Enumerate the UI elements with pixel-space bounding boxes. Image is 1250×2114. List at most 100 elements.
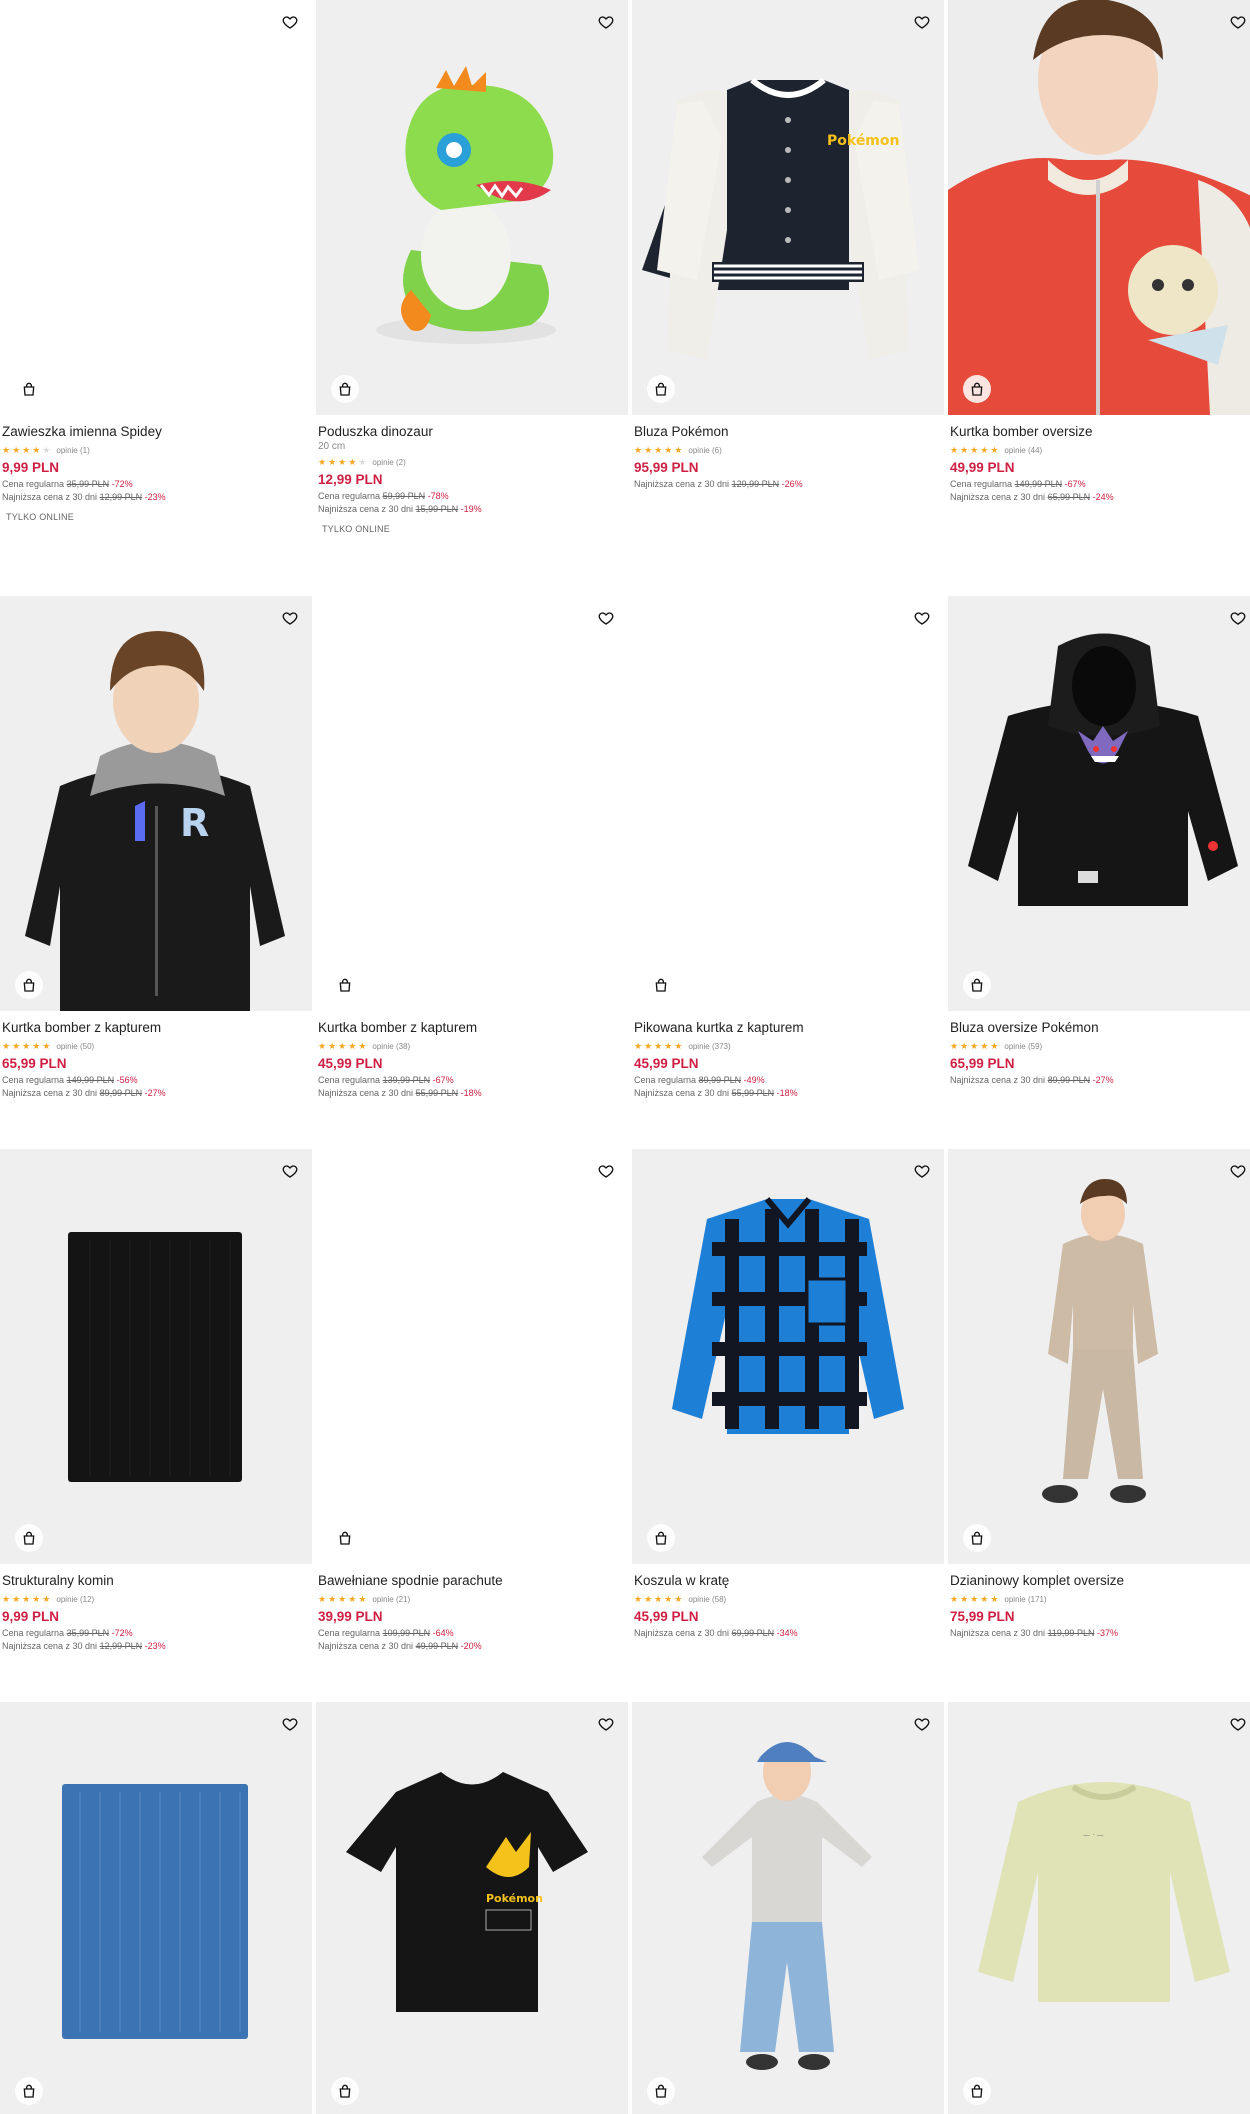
- product-name[interactable]: Bawełniane spodnie parachute: [318, 1572, 628, 1589]
- product-image[interactable]: [316, 1149, 628, 1564]
- star-icon: ★: [644, 1040, 653, 1051]
- product-card[interactable]: [632, 1702, 944, 2114]
- rating[interactable]: ★ ★ ★ ★ ★ opinie (21): [318, 1593, 628, 1605]
- shopping-bag-icon[interactable]: [647, 1524, 675, 1552]
- discount-percent: -67%: [432, 1075, 454, 1085]
- rating[interactable]: ★ ★ ★ ★ ★ opinie (59): [950, 1040, 1250, 1052]
- rating[interactable]: ★ ★ ★ ★ ★ opinie (373): [634, 1040, 944, 1052]
- shopping-bag-icon[interactable]: [331, 375, 359, 403]
- rating[interactable]: ★ ★ ★ ★ ★ opinie (50): [2, 1040, 312, 1052]
- product-name[interactable]: Strukturalny komin: [2, 1572, 312, 1589]
- product-name[interactable]: Zawieszka imienna Spidey: [2, 423, 312, 440]
- product-image[interactable]: [632, 1149, 944, 1564]
- product-card[interactable]: Poduszka dinozaur 20 cm ★ ★ ★ ★ ★ opinie (2) …: [316, 0, 628, 537]
- shopping-bag-icon[interactable]: [963, 375, 991, 403]
- heart-icon[interactable]: [1226, 10, 1250, 34]
- heart-icon[interactable]: [594, 1712, 618, 1736]
- heart-icon[interactable]: [594, 10, 618, 34]
- heart-icon[interactable]: [594, 606, 618, 630]
- product-card[interactable]: Dzianinowy komplet oversize ★ ★ ★ ★ ★ opinie…: [948, 1149, 1250, 1640]
- product-card[interactable]: Koszula w kratę ★ ★ ★ ★ ★ opinie (58) 45,99 …: [632, 1149, 944, 1640]
- product-image[interactable]: [948, 0, 1250, 415]
- shopping-bag-icon[interactable]: [647, 375, 675, 403]
- product-card[interactable]: Pokémon: [316, 1702, 628, 2114]
- heart-icon[interactable]: [910, 1159, 934, 1183]
- heart-icon[interactable]: [910, 606, 934, 630]
- heart-icon[interactable]: [278, 1712, 302, 1736]
- product-image[interactable]: — · —: [948, 1702, 1250, 2114]
- product-name[interactable]: Kurtka bomber oversize: [950, 423, 1250, 440]
- shopping-bag-icon[interactable]: [15, 971, 43, 999]
- shopping-bag-icon[interactable]: [15, 375, 43, 403]
- product-name[interactable]: Kurtka bomber z kapturem: [2, 1019, 312, 1036]
- product-card[interactable]: Pikowana kurtka z kapturem ★ ★ ★ ★ ★ opinie …: [632, 596, 944, 1100]
- product-image[interactable]: R: [0, 596, 312, 1011]
- shopping-bag-icon[interactable]: [331, 1524, 359, 1552]
- product-name[interactable]: Pikowana kurtka z kapturem: [634, 1019, 944, 1036]
- shopping-bag-icon[interactable]: [331, 971, 359, 999]
- product-image[interactable]: Pokémon: [632, 0, 944, 415]
- shopping-bag-icon[interactable]: [15, 1524, 43, 1552]
- heart-icon[interactable]: [594, 1159, 618, 1183]
- rating[interactable]: ★ ★ ★ ★ ★ opinie (12): [2, 1593, 312, 1605]
- old-price: 69,99 PLN: [731, 1628, 775, 1638]
- product-name[interactable]: Koszula w kratę: [634, 1572, 944, 1589]
- product-card[interactable]: Kurtka bomber z kapturem ★ ★ ★ ★ ★ opinie (3…: [316, 596, 628, 1100]
- price-history-line: Najniższa cena z 30 dni 65,99 PLN -24%: [950, 491, 1250, 504]
- rating[interactable]: ★ ★ ★ ★ ★ opinie (58): [634, 1593, 944, 1605]
- shopping-bag-icon[interactable]: [331, 2077, 359, 2105]
- product-name[interactable]: Bluza oversize Pokémon: [950, 1019, 1250, 1036]
- rating[interactable]: ★ ★ ★ ★ ★ opinie (171): [950, 1593, 1250, 1605]
- product-info: Pikowana kurtka z kapturem ★ ★ ★ ★ ★ opinie …: [632, 1011, 944, 1100]
- product-card[interactable]: Zawieszka imienna Spidey ★ ★ ★ ★ ★ opinie (1…: [0, 0, 312, 525]
- heart-icon[interactable]: [1226, 1712, 1250, 1736]
- shopping-bag-icon[interactable]: [963, 1524, 991, 1552]
- current-price: 9,99 PLN: [2, 460, 60, 475]
- rating[interactable]: ★ ★ ★ ★ ★ opinie (2): [318, 456, 628, 468]
- product-name[interactable]: Poduszka dinozaur: [318, 423, 628, 440]
- shopping-bag-icon[interactable]: [963, 971, 991, 999]
- shopping-bag-icon[interactable]: [647, 971, 675, 999]
- star-icon: ★: [338, 456, 347, 467]
- product-card[interactable]: Bluza oversize Pokémon ★ ★ ★ ★ ★ opinie (59)…: [948, 596, 1250, 1087]
- product-image[interactable]: [632, 596, 944, 1011]
- product-image[interactable]: [316, 596, 628, 1011]
- product-image[interactable]: [632, 1702, 944, 2114]
- product-card[interactable]: Bawełniane spodnie parachute ★ ★ ★ ★ ★ opini…: [316, 1149, 628, 1653]
- shopping-bag-icon[interactable]: [963, 2077, 991, 2105]
- heart-icon[interactable]: [278, 1159, 302, 1183]
- rating[interactable]: ★ ★ ★ ★ ★ opinie (38): [318, 1040, 628, 1052]
- product-name[interactable]: Bluza Pokémon: [634, 423, 944, 440]
- shopping-bag-icon[interactable]: [15, 2077, 43, 2105]
- discount-percent: -19%: [460, 504, 482, 514]
- product-image[interactable]: [948, 1149, 1250, 1564]
- product-card[interactable]: [0, 1702, 312, 2114]
- product-image[interactable]: [316, 0, 628, 415]
- product-image[interactable]: Pokémon: [316, 1702, 628, 2114]
- heart-icon[interactable]: [910, 1712, 934, 1736]
- shopping-bag-icon[interactable]: [647, 2077, 675, 2105]
- product-card[interactable]: R Kurtka bomber z kapturem ★ ★ ★ ★ ★ opinie …: [0, 596, 312, 1100]
- product-name[interactable]: Dzianinowy komplet oversize: [950, 1572, 1250, 1589]
- current-price: 95,99 PLN: [634, 460, 699, 475]
- star-icon: ★: [654, 444, 663, 455]
- product-card[interactable]: Pokémon Bluza Pokémon ★ ★ ★ ★ ★ opinie (6) 9…: [632, 0, 944, 491]
- product-image[interactable]: [0, 1149, 312, 1564]
- product-card[interactable]: Kurtka bomber oversize ★ ★ ★ ★ ★ opinie (44)…: [948, 0, 1250, 504]
- rating[interactable]: ★ ★ ★ ★ ★ opinie (6): [634, 444, 944, 456]
- product-image[interactable]: [0, 1702, 312, 2114]
- rating[interactable]: ★ ★ ★ ★ ★ opinie (44): [950, 444, 1250, 456]
- rating[interactable]: ★ ★ ★ ★ ★ opinie (1): [2, 444, 312, 456]
- product-card[interactable]: — · —: [948, 1702, 1250, 2114]
- heart-icon[interactable]: [278, 10, 302, 34]
- heart-icon[interactable]: [1226, 1159, 1250, 1183]
- old-price: 119,99 PLN: [1047, 1628, 1095, 1638]
- heart-icon[interactable]: [910, 10, 934, 34]
- product-name[interactable]: Kurtka bomber z kapturem: [318, 1019, 628, 1036]
- heart-icon[interactable]: [278, 606, 302, 630]
- product-card[interactable]: Strukturalny komin ★ ★ ★ ★ ★ opinie (12) 9,9…: [0, 1149, 312, 1653]
- heart-icon[interactable]: [1226, 606, 1250, 630]
- svg-text:— · —: — · —: [1083, 1831, 1104, 1839]
- product-image[interactable]: [0, 0, 312, 415]
- product-image[interactable]: [948, 596, 1250, 1011]
